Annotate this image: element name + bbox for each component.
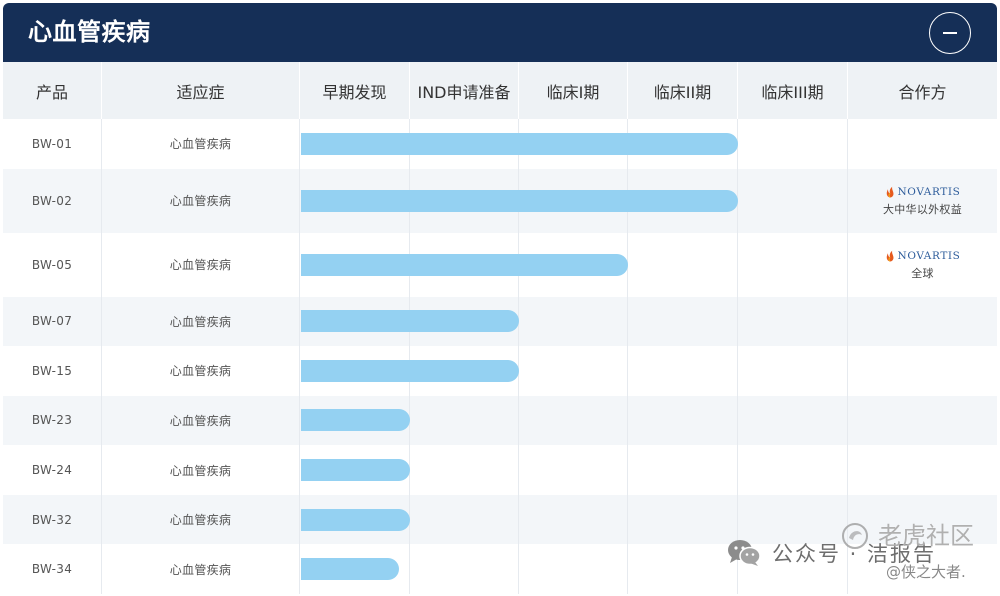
stage-cell [738, 494, 848, 545]
progress-bar [301, 508, 410, 531]
indication-cell: 心血管疾病 [102, 544, 300, 594]
partner-logo: NOVARTIS [885, 250, 961, 262]
stage-cell [738, 168, 848, 233]
product-cell: BW-02 [3, 168, 102, 233]
pipeline-row: BW-05 心血管疾病 NOVARTIS 全球 [3, 232, 997, 297]
stage-header-phase-3: 临床III期 [738, 62, 848, 119]
stage-cell [410, 395, 519, 446]
stage-cell [519, 544, 628, 594]
product-cell: BW-01 [3, 119, 102, 169]
progress-bar [301, 189, 738, 212]
column-header-indication: 适应症 [102, 62, 300, 119]
community-logo-icon [841, 522, 869, 550]
stage-cell [410, 544, 519, 594]
indication-cell: 心血管疾病 [102, 296, 300, 347]
progress-bar [301, 409, 410, 432]
stage-header-ind-prep: IND申请准备 [410, 62, 519, 119]
product-cell: BW-23 [3, 395, 102, 446]
partner-cell [848, 346, 997, 396]
progress-bar [301, 459, 410, 482]
stage-cell [738, 395, 848, 446]
stage-cell [519, 445, 628, 495]
partner-rights: 全球 [911, 266, 934, 280]
partner-cell: NOVARTIS 全球 [848, 233, 997, 297]
pipeline-row: BW-15 心血管疾病 [3, 346, 997, 396]
product-cell: BW-07 [3, 296, 102, 347]
partner-info: NOVARTIS 全球 [885, 250, 961, 280]
stage-cell [628, 395, 738, 446]
wechat-icon [726, 538, 762, 568]
indication-cell: 心血管疾病 [102, 232, 300, 297]
pipeline-panel: 心血管疾病 产品 适应症 早期发现 IND申请准备 临床I期 临床II期 临床I… [3, 3, 997, 594]
table-header-row: 产品 适应症 早期发现 IND申请准备 临床I期 临床II期 临床III期 合作… [3, 62, 997, 119]
product-cell: BW-05 [3, 232, 102, 297]
stage-header-phase-2: 临床II期 [628, 62, 738, 119]
column-header-partner: 合作方 [898, 82, 947, 102]
partner-name: NOVARTIS [897, 249, 961, 262]
pipeline-row: BW-01 心血管疾病 [3, 119, 997, 169]
indication-cell: 心血管疾病 [102, 168, 300, 233]
stage-cell [519, 346, 628, 396]
progress-bar [301, 359, 519, 382]
partner-cell [848, 396, 997, 446]
stage-cell [628, 494, 738, 545]
partner-info: NOVARTIS 大中华以外权益 [883, 186, 962, 216]
progress-bar [301, 132, 738, 155]
pipeline-row: BW-02 心血管疾病 NOVARTIS 大中华以外权益 [3, 168, 997, 233]
indication-cell: 心血管疾病 [102, 494, 300, 545]
stage-cell [519, 395, 628, 446]
watermark-handle: @侠之大者. [886, 563, 966, 581]
stage-header-early-discovery: 早期发现 [300, 62, 410, 119]
column-header-product: 产品 [3, 62, 102, 119]
watermark-community-label: 老虎社区 [878, 522, 974, 550]
stage-cell [628, 346, 738, 396]
indication-cell: 心血管疾病 [102, 395, 300, 446]
stage-cell [738, 232, 848, 297]
panel-header: 心血管疾病 [3, 3, 997, 62]
stage-cell [519, 296, 628, 347]
pipeline-row: BW-24 心血管疾病 [3, 445, 997, 495]
product-cell: BW-24 [3, 445, 102, 495]
product-cell: BW-15 [3, 346, 102, 396]
product-cell: BW-34 [3, 544, 102, 594]
stage-cell [628, 445, 738, 495]
partner-rights: 大中华以外权益 [882, 202, 963, 216]
stage-cell [519, 494, 628, 545]
partner-name: NOVARTIS [897, 185, 961, 198]
stage-cell [738, 119, 848, 169]
partner-logo: NOVARTIS [885, 186, 961, 198]
partner-cell: NOVARTIS 大中华以外权益 [848, 169, 997, 233]
progress-bar [301, 558, 399, 581]
novartis-flame-icon [885, 250, 895, 262]
panel-title: 心血管疾病 [28, 18, 151, 46]
stage-cell [628, 544, 738, 594]
minus-icon [943, 32, 957, 34]
partner-cell [848, 297, 997, 347]
stage-cell [628, 232, 738, 297]
progress-bar [301, 310, 519, 333]
partner-cell [848, 119, 997, 169]
pipeline-row: BW-07 心血管疾病 [3, 296, 997, 347]
partner-cell [848, 445, 997, 495]
indication-cell: 心血管疾病 [102, 119, 300, 169]
stage-cell [410, 494, 519, 545]
novartis-flame-icon [885, 186, 895, 198]
progress-bar [301, 253, 628, 276]
stage-cell [628, 296, 738, 347]
stage-cell [410, 445, 519, 495]
stage-cell [738, 346, 848, 396]
collapse-button[interactable] [929, 12, 971, 54]
stage-cell [738, 296, 848, 347]
product-cell: BW-32 [3, 494, 102, 545]
pipeline-row: BW-23 心血管疾病 [3, 395, 997, 446]
stage-header-phase-1: 临床I期 [519, 62, 628, 119]
stage-cell [738, 445, 848, 495]
indication-cell: 心血管疾病 [102, 346, 300, 396]
indication-cell: 心血管疾病 [102, 445, 300, 495]
